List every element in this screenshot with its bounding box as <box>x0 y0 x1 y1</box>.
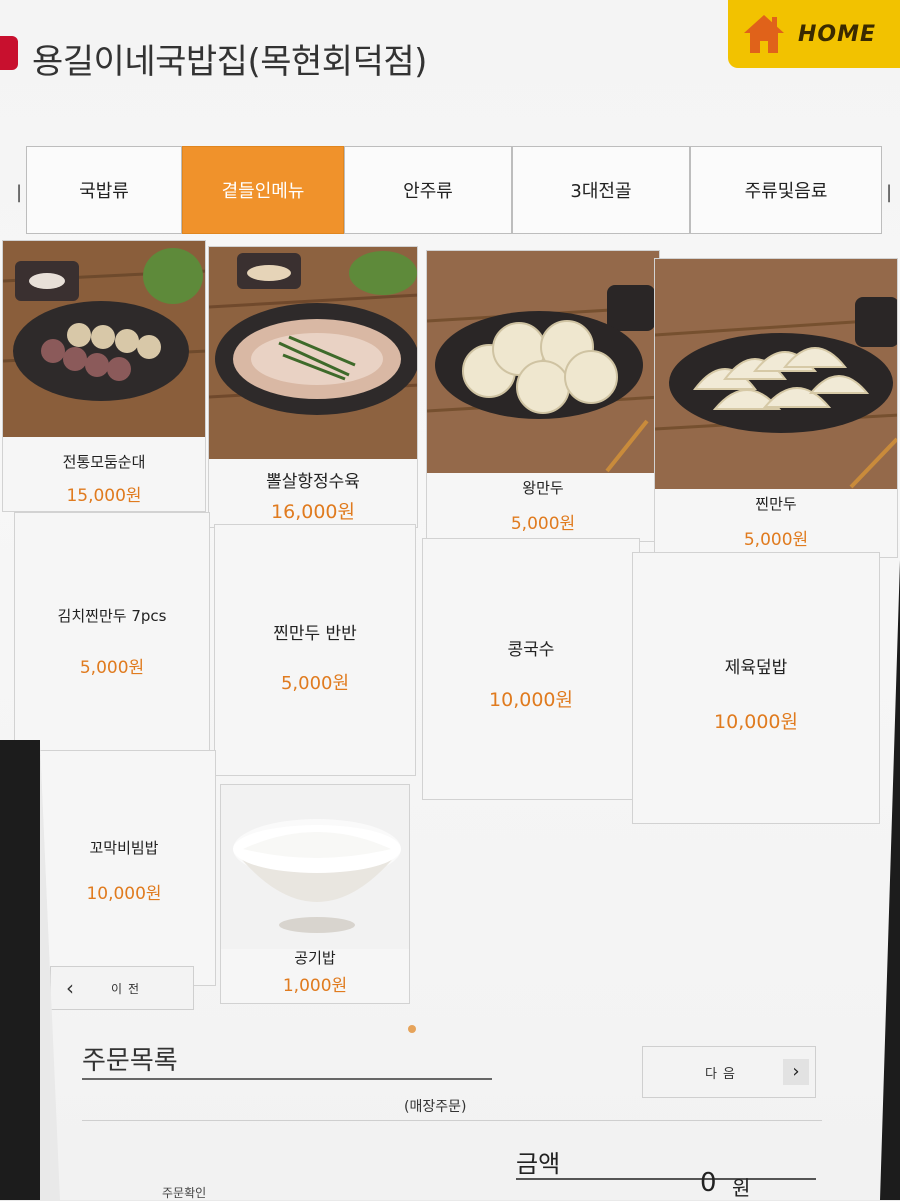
menu-item-name: 콩국수 <box>507 640 555 660</box>
home-button[interactable]: HOME <box>728 0 900 68</box>
tab-label: 국밥류 <box>79 181 129 202</box>
tab-label: 안주류 <box>403 181 453 202</box>
kiosk-screen: 용길이네국밥집(목현회덕점) HOME | 국밥류 곁들인메뉴 안주류 3대전골… <box>0 0 900 1200</box>
menu-item-price: 10,000원 <box>86 884 162 904</box>
amount-value: 0 <box>700 1168 717 1198</box>
pork-suyuk-image <box>209 247 417 459</box>
menu-item-price: 10,000원 <box>714 711 798 733</box>
menu-item-suyuk[interactable]: 뽈살항정수육 16,000원 <box>208 246 418 528</box>
sundae-platter-photo <box>3 241 205 437</box>
menu-item-steamed-dumpling[interactable]: 찐만두 5,000원 <box>654 258 898 558</box>
pork-suyuk-photo <box>209 247 417 459</box>
store-title: 용길이네국밥집(목현회덕점) <box>32 42 427 82</box>
menu-item-price: 16,000원 <box>271 501 355 523</box>
menu-item-kkomak-bibimbap[interactable]: 꼬막비빔밥 10,000원 <box>32 750 216 986</box>
menu-item-name: 전통모둠순대 <box>62 453 146 471</box>
next-page-button[interactable]: 다음 › <box>642 1046 816 1098</box>
sundae-platter-image <box>3 241 205 437</box>
tab-side-menu[interactable]: 곁들인메뉴 <box>182 146 344 234</box>
menu-item-sundae[interactable]: 전통모둠순대 15,000원 <box>2 240 206 512</box>
tab-label: 3대전골 <box>570 181 632 202</box>
menu-item-price: 5,000원 <box>743 530 809 550</box>
menu-item-jeyuk-deopbap[interactable]: 제육덮밥 10,000원 <box>632 552 880 824</box>
tab-label: 주류및음료 <box>744 181 828 202</box>
chevron-right-icon: › <box>783 1059 809 1085</box>
order-list-title: 주문목록 <box>82 1046 178 1076</box>
menu-item-half-dumpling[interactable]: 찐만두 반반 5,000원 <box>214 524 416 776</box>
menu-item-name: 공기밥 <box>294 949 336 967</box>
menu-item-kongguksu[interactable]: 콩국수 10,000원 <box>422 538 640 800</box>
steamed-dumplings-image <box>655 259 897 489</box>
king-dumplings-image <box>427 251 659 473</box>
next-page-label: 다음 <box>705 1066 741 1082</box>
king-dumplings-photo <box>427 251 659 473</box>
page-indicator-dot <box>408 1025 416 1033</box>
home-label: HOME <box>798 21 877 47</box>
tab-anju[interactable]: 안주류 <box>344 146 512 234</box>
order-list-divider <box>82 1120 822 1121</box>
menu-item-price: 5,000원 <box>510 514 576 534</box>
order-title-divider <box>82 1078 492 1080</box>
menu-item-name: 찐만두 <box>755 495 797 513</box>
menu-item-price: 1,000원 <box>282 976 348 996</box>
tab-drinks[interactable]: 주류및음료 <box>690 146 882 234</box>
order-type-label: (매장주문) <box>404 1099 467 1115</box>
prev-page-label: 이전 <box>111 981 146 996</box>
menu-item-name: 꼬막비빔밥 <box>89 839 159 857</box>
menu-item-name: 찐만두 반반 <box>273 624 357 644</box>
amount-unit: 원 <box>732 1176 751 1200</box>
amount-divider <box>516 1178 816 1180</box>
steamed-dumplings-photo <box>655 259 897 489</box>
amount-label: 금액 <box>516 1150 561 1178</box>
tab-gukbap[interactable]: 국밥류 <box>26 146 182 234</box>
rice-bowl-photo <box>221 785 409 949</box>
menu-item-rice[interactable]: 공기밥 1,000원 <box>220 784 410 1004</box>
menu-item-price: 15,000원 <box>66 486 142 506</box>
menu-item-name: 왕만두 <box>522 479 564 497</box>
menu-item-price: 5,000원 <box>280 673 350 694</box>
chevron-left-icon: ‹ <box>66 976 74 1000</box>
tab-label: 곁들인메뉴 <box>221 181 305 202</box>
menu-item-price: 5,000원 <box>79 658 145 678</box>
menu-item-name: 김치찐만두 7pcs <box>57 607 167 625</box>
kiosk-bezel-left <box>0 740 40 1200</box>
prev-page-button[interactable]: ‹ 이전 <box>50 966 194 1010</box>
rice-bowl-image <box>221 785 409 949</box>
store-logo-mark <box>0 36 18 70</box>
house-icon <box>744 15 784 53</box>
menu-item-name: 뽈살항정수육 <box>266 472 360 492</box>
menu-item-name: 제육덮밥 <box>724 658 788 678</box>
menu-item-price: 10,000원 <box>489 689 573 711</box>
category-tabs: | 국밥류 곁들인메뉴 안주류 3대전골 주류및음료 | <box>0 146 900 246</box>
menu-item-kimchi-dumpling[interactable]: 김치찐만두 7pcs 5,000원 <box>14 512 210 756</box>
menu-item-king-dumpling[interactable]: 왕만두 5,000원 <box>426 250 660 542</box>
menu-grid: 전통모둠순대 15,000원 뽈살항정수육 16,000원 왕만두 5,000원… <box>0 240 900 1020</box>
order-history-label[interactable]: 주문확인 <box>162 1184 206 1200</box>
tab-scroll-right-marker: | <box>886 182 893 203</box>
tab-jeongol[interactable]: 3대전골 <box>512 146 690 234</box>
tab-scroll-left-marker: | <box>16 182 23 203</box>
